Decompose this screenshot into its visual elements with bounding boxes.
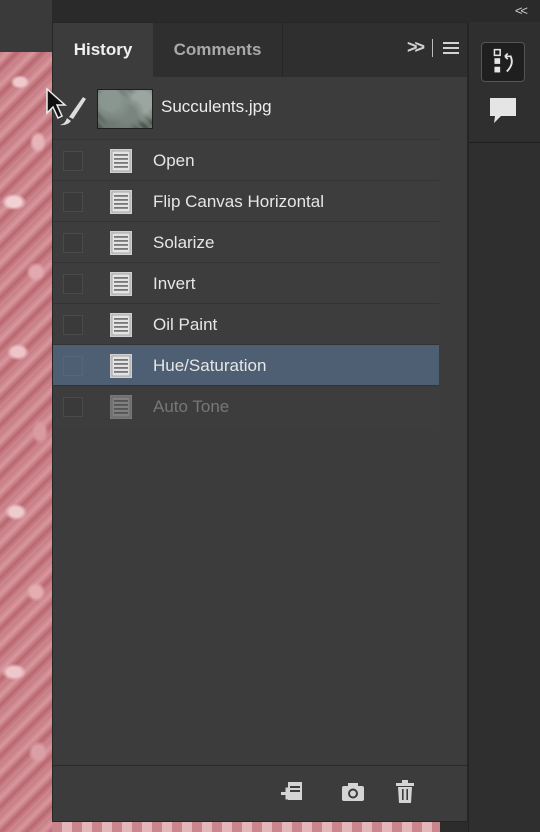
tab-comments[interactable]: Comments — [153, 23, 283, 77]
history-state-row[interactable]: Oil Paint — [53, 303, 439, 344]
history-panel-footer — [53, 765, 467, 821]
history-state-label: Auto Tone — [153, 397, 230, 416]
history-panel: History Comments >> Succulents.jpg Open F… — [46, 22, 468, 822]
history-brush-source-checkbox[interactable] — [63, 315, 83, 335]
trash-icon[interactable] — [391, 778, 419, 806]
snapshot-thumbnail — [97, 89, 153, 129]
document-state-icon — [109, 312, 133, 338]
comments-panel-icon[interactable] — [481, 92, 525, 132]
document-state-icon — [109, 230, 133, 256]
snapshot-row[interactable]: Succulents.jpg — [46, 81, 439, 139]
history-states-list: Open Flip Canvas Horizontal Solarize Invert… — [53, 139, 439, 426]
document-state-icon — [109, 353, 133, 379]
divider — [469, 142, 540, 143]
history-brush-source-checkbox[interactable] — [63, 397, 83, 417]
panel-dock-header: << — [52, 0, 540, 22]
document-state-icon — [109, 394, 133, 420]
history-state-label: Open — [153, 151, 195, 170]
history-brush-source-checkbox[interactable] — [63, 151, 83, 171]
history-state-row[interactable]: Hue/Saturation — [53, 344, 439, 385]
document-canvas[interactable] — [0, 52, 52, 832]
history-state-label: Invert — [153, 274, 196, 293]
history-state-row[interactable]: Solarize — [53, 221, 439, 262]
history-state-row[interactable]: Open — [53, 139, 439, 180]
history-panel-icon[interactable] — [481, 42, 525, 82]
history-state-row[interactable]: Invert — [53, 262, 439, 303]
history-state-label: Flip Canvas Horizontal — [153, 192, 325, 211]
history-state-label: Solarize — [153, 233, 215, 252]
panel-menu-icon[interactable] — [443, 41, 459, 54]
panel-actions: >> — [407, 37, 459, 58]
panel-tabs: History Comments >> — [53, 23, 467, 77]
collapse-panels-button[interactable]: << — [515, 3, 528, 18]
document-state-icon — [109, 148, 133, 174]
new-document-from-state-icon[interactable] — [279, 778, 307, 806]
history-state-label: Oil Paint — [153, 315, 218, 334]
tab-history[interactable]: History — [53, 23, 153, 77]
history-brush-source-checkbox[interactable] — [63, 192, 83, 212]
history-state-row[interactable]: Flip Canvas Horizontal — [53, 180, 439, 221]
history-state-row[interactable]: Auto Tone — [53, 385, 439, 426]
history-brush-source-icon[interactable] — [43, 87, 89, 127]
document-state-icon — [109, 271, 133, 297]
history-brush-source-checkbox[interactable] — [63, 274, 83, 294]
divider — [432, 38, 433, 57]
history-brush-source-checkbox[interactable] — [63, 356, 83, 376]
document-state-icon — [109, 189, 133, 215]
canvas-top-area — [0, 0, 52, 52]
camera-snapshot-icon[interactable] — [339, 778, 367, 806]
history-brush-source-checkbox[interactable] — [63, 233, 83, 253]
expand-panel-button[interactable]: >> — [407, 37, 425, 58]
right-panel-dock — [468, 22, 540, 832]
snapshot-name: Succulents.jpg — [161, 97, 272, 116]
history-state-label: Hue/Saturation — [153, 356, 267, 375]
